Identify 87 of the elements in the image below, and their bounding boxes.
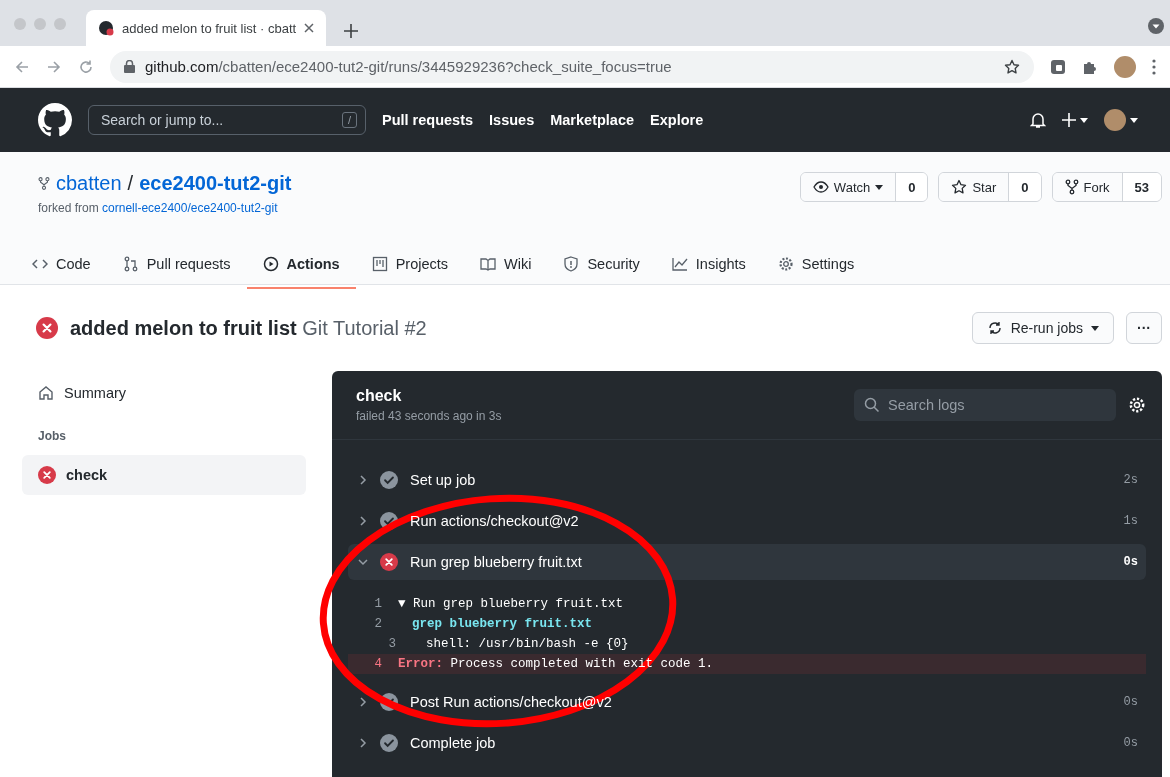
fork-button[interactable]: Fork bbox=[1052, 173, 1123, 201]
more-icon[interactable] bbox=[1152, 58, 1156, 75]
repo-tab[interactable]: Insights bbox=[655, 241, 762, 289]
line-number: 3 bbox=[387, 637, 397, 651]
home-icon bbox=[38, 385, 54, 401]
line-number: 2 bbox=[373, 617, 383, 631]
log-line: shell: /usr/bin/bash -e {0} bbox=[425, 637, 629, 651]
nav-link[interactable]: Marketplace bbox=[550, 112, 635, 128]
owner-link[interactable]: cbatten bbox=[56, 172, 122, 195]
settings-icon bbox=[777, 256, 794, 272]
job-title: check bbox=[356, 387, 403, 405]
repo-tab[interactable]: Settings bbox=[761, 241, 871, 289]
job-item[interactable]: check bbox=[22, 455, 306, 495]
count[interactable]: 0 bbox=[1009, 173, 1041, 201]
play-icon bbox=[262, 256, 279, 272]
project-board-icon bbox=[371, 256, 388, 272]
star-button[interactable]: Star bbox=[939, 173, 1010, 201]
graph-icon bbox=[671, 256, 688, 272]
star-icon[interactable] bbox=[1004, 58, 1020, 75]
fork-icon bbox=[1064, 179, 1079, 195]
browser-tab[interactable]: added melon to fruit list · cbatt bbox=[86, 10, 326, 46]
chevron-icon bbox=[358, 516, 368, 526]
caret-icon bbox=[1130, 117, 1138, 123]
chevron-icon bbox=[358, 557, 368, 567]
repo-tab[interactable]: Code bbox=[16, 241, 107, 289]
repo-tab[interactable]: Actions bbox=[246, 241, 356, 289]
back-icon[interactable] bbox=[14, 58, 30, 75]
lock-icon bbox=[124, 60, 135, 73]
forked-from-link[interactable]: cornell-ece2400/ece2400-tut2-git bbox=[102, 201, 278, 215]
nav-link[interactable]: Issues bbox=[489, 112, 535, 128]
log-line: ▼ Run grep blueberry fruit.txt bbox=[398, 597, 624, 611]
nav-link[interactable]: Pull requests bbox=[382, 112, 474, 128]
jobs-heading: Jobs bbox=[37, 428, 67, 445]
sync-icon bbox=[986, 320, 1003, 336]
line-number: 4 bbox=[373, 657, 383, 671]
fork-icon bbox=[38, 176, 50, 191]
chevron-icon bbox=[358, 738, 368, 748]
count[interactable]: 0 bbox=[896, 173, 928, 201]
repo-tab[interactable]: Projects bbox=[355, 241, 465, 289]
tab-menu-icon[interactable] bbox=[1148, 18, 1164, 34]
book-icon bbox=[480, 256, 497, 272]
path-separator: / bbox=[127, 172, 134, 195]
address-bar[interactable]: github.com/cbatten/ece2400-tut2-git/runs/3445929236?check_suite_focus=true bbox=[110, 50, 1034, 83]
forward-icon[interactable] bbox=[46, 58, 62, 75]
github-logo-icon bbox=[98, 20, 114, 36]
repo-tab[interactable]: Pull requests bbox=[106, 241, 247, 289]
url-text: github.com/cbatten/ece2400-tut2-git/runs/3445929236?check_suite_focus=true bbox=[145, 58, 673, 75]
search-field[interactable]: Search or jump to... / bbox=[88, 105, 366, 135]
summary-link[interactable]: Summary bbox=[22, 379, 306, 407]
bell-icon[interactable] bbox=[1030, 111, 1046, 129]
repo-link[interactable]: ece2400-tut2-git bbox=[139, 172, 292, 195]
log-step[interactable]: Run grep blueberry fruit.txt 0s bbox=[348, 544, 1146, 580]
log-step[interactable]: Complete job 0s bbox=[348, 725, 1146, 761]
shield-icon bbox=[563, 256, 580, 272]
run-title: added melon to fruit list Git Tutorial #2 bbox=[70, 316, 428, 340]
caret-icon bbox=[1091, 325, 1099, 331]
count[interactable]: 53 bbox=[1122, 173, 1161, 201]
plus-icon[interactable] bbox=[1062, 113, 1088, 127]
repo-tab[interactable]: Wiki bbox=[464, 241, 548, 289]
keyboard-shortcut-key: / bbox=[341, 112, 357, 128]
nav-link[interactable]: Explore bbox=[650, 112, 704, 128]
pull-request-icon bbox=[122, 256, 139, 272]
star-icon bbox=[951, 179, 968, 195]
chevron-icon bbox=[358, 475, 368, 485]
search-icon bbox=[864, 397, 880, 413]
close-icon[interactable] bbox=[304, 23, 314, 33]
search-logs-field[interactable]: Search logs bbox=[854, 389, 1116, 421]
watch-button[interactable]: Watch bbox=[800, 173, 897, 201]
forked-from-text: forked from cornell-ece2400/ece2400-tut2-git bbox=[38, 201, 279, 215]
github-logo-icon[interactable] bbox=[38, 103, 72, 137]
caret-icon bbox=[1080, 117, 1088, 123]
log-line: grep blueberry fruit.txt bbox=[411, 617, 593, 631]
avatar[interactable] bbox=[1104, 109, 1138, 131]
tab-title: added melon to fruit list · cbatt bbox=[122, 20, 296, 36]
caret-icon bbox=[875, 184, 884, 190]
eye-icon bbox=[812, 179, 829, 195]
rerun-jobs-button[interactable]: Re-run jobs bbox=[971, 312, 1114, 344]
log-step[interactable]: Run actions/checkout@v2 1s bbox=[348, 503, 1146, 539]
extension-icon[interactable] bbox=[1050, 58, 1066, 75]
repo-tab[interactable]: Security bbox=[547, 241, 656, 289]
chevron-icon bbox=[358, 697, 368, 707]
line-number: 1 bbox=[373, 597, 383, 611]
job-status-text: failed 43 seconds ago in 3s bbox=[356, 409, 503, 423]
reload-icon[interactable] bbox=[78, 58, 94, 75]
log-step[interactable]: Set up job 2s bbox=[348, 462, 1146, 498]
settings-icon[interactable] bbox=[1128, 396, 1146, 414]
more-button[interactable]: ··· bbox=[1126, 312, 1162, 344]
